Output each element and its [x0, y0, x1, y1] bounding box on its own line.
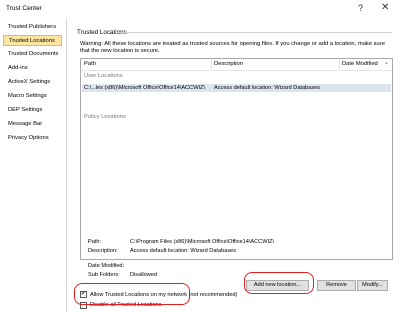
- detail-description-value: Access default location: Wizard Database…: [130, 248, 237, 254]
- main-panel: Trusted Locations Warning: All these loc…: [70, 22, 397, 312]
- sidebar-item-add-ins[interactable]: Add-ins: [3, 63, 62, 74]
- column-header-date-modified[interactable]: Date Modified: [342, 61, 378, 67]
- column-header-path[interactable]: Path: [84, 61, 96, 67]
- group-user-locations: User Locations: [84, 73, 123, 79]
- group-policy-locations: Policy Locations: [84, 114, 126, 120]
- column-divider: [211, 60, 212, 69]
- sort-chevron-icon: ⌄: [384, 60, 390, 66]
- sidebar: Trusted Publishers Trusted Locations Tru…: [0, 18, 67, 312]
- sidebar-item-trusted-documents[interactable]: Trusted Documents: [3, 49, 62, 60]
- detail-path-label: Path:: [88, 239, 102, 245]
- annotation-oval-network-checkbox: [74, 283, 190, 305]
- title-bar: Trust Center ? ✕: [0, 0, 400, 18]
- detail-sub-folders-value: Disallowed: [130, 272, 158, 278]
- close-icon[interactable]: ✕: [381, 2, 389, 13]
- table-row[interactable]: C:\...les (x86)\Microsoft Office\Office1…: [82, 84, 391, 92]
- column-header-description[interactable]: Description: [214, 61, 243, 67]
- help-icon[interactable]: ?: [358, 3, 363, 13]
- annotation-oval-add-button: [244, 272, 314, 294]
- detail-path-value: C:\Program Files (x86)\Microsoft Office\…: [130, 239, 275, 245]
- sidebar-item-trusted-locations[interactable]: Trusted Locations: [3, 35, 62, 46]
- sidebar-item-dep-settings[interactable]: DEP Settings: [3, 105, 62, 116]
- column-divider: [339, 60, 340, 69]
- sidebar-item-macro-settings[interactable]: Macro Settings: [3, 91, 62, 102]
- window-title: Trust Center: [6, 5, 42, 12]
- remove-button[interactable]: Remove: [317, 280, 356, 291]
- row-description: Access default location: Wizard Database…: [214, 85, 321, 91]
- trusted-locations-list[interactable]: Path Description Date Modified ⌄ User Lo…: [80, 58, 393, 260]
- modify-button[interactable]: Modify...: [357, 280, 388, 291]
- warning-text: Warning: All these locations are treated…: [80, 41, 385, 54]
- row-path: C:\...les (x86)\Microsoft Office\Office1…: [84, 85, 206, 91]
- header-divider: [81, 70, 392, 71]
- section-divider: [116, 32, 392, 33]
- sidebar-item-trusted-publishers[interactable]: Trusted Publishers: [3, 22, 62, 33]
- detail-description-label: Description:: [88, 248, 118, 254]
- sidebar-item-activex-settings[interactable]: ActiveX Settings: [3, 77, 62, 88]
- sidebar-item-message-bar[interactable]: Message Bar: [3, 119, 62, 130]
- detail-date-modified-label: Date Modified:: [88, 263, 125, 269]
- detail-sub-folders-label: Sub Folders:: [88, 272, 120, 278]
- sidebar-item-privacy-options[interactable]: Privacy Options: [3, 133, 62, 144]
